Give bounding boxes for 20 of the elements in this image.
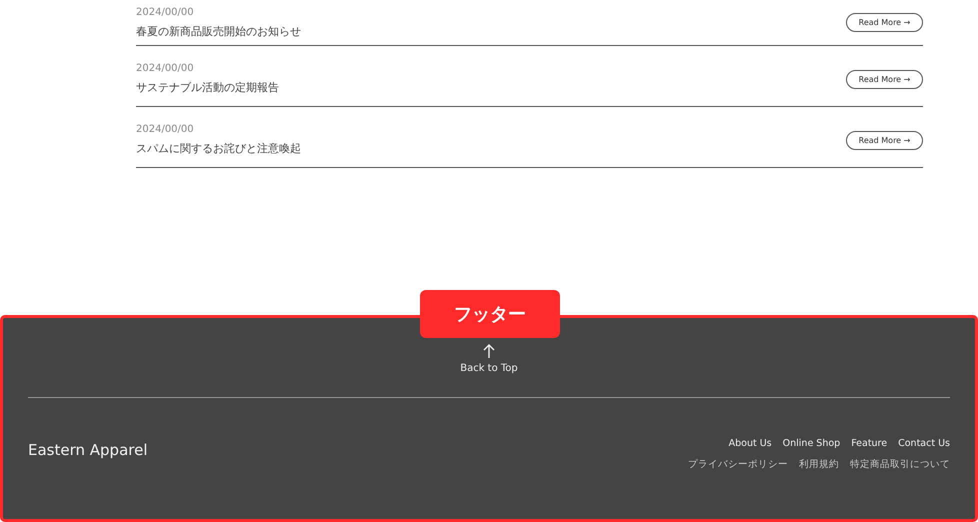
read-more-button[interactable]: Read More → <box>846 70 923 88</box>
news-date: 2024/00/00 <box>136 124 195 135</box>
news-title: 春夏の新商品販売開始のお知らせ <box>136 24 301 38</box>
footer-link[interactable]: Contact Us <box>898 438 950 449</box>
footer-link[interactable]: Feature <box>851 438 888 449</box>
up-arrow-icon[interactable] <box>483 344 495 359</box>
read-more-button[interactable]: Read More → <box>846 13 923 32</box>
back-to-top-link[interactable]: Back to Top <box>460 363 518 374</box>
annotation-label: フッター <box>420 290 560 338</box>
footer-link[interactable]: 特定商品取引について <box>850 458 950 471</box>
news-date: 2024/00/00 <box>136 6 195 18</box>
footer-link[interactable]: プライバシーポリシー <box>688 458 788 471</box>
news-title: スパムに関するお詫びと注意喚起 <box>136 141 301 156</box>
read-more-button[interactable]: Read More → <box>846 130 923 150</box>
brand-name: Eastern Apparel <box>28 441 148 459</box>
news-title: サステナブル活動の定期報告 <box>136 80 279 95</box>
footer-link[interactable]: 利用規約 <box>799 458 839 471</box>
news-date: 2024/00/00 <box>136 63 195 74</box>
footer-link[interactable]: Online Shop <box>782 438 840 449</box>
footer-link[interactable]: About Us <box>728 438 772 449</box>
